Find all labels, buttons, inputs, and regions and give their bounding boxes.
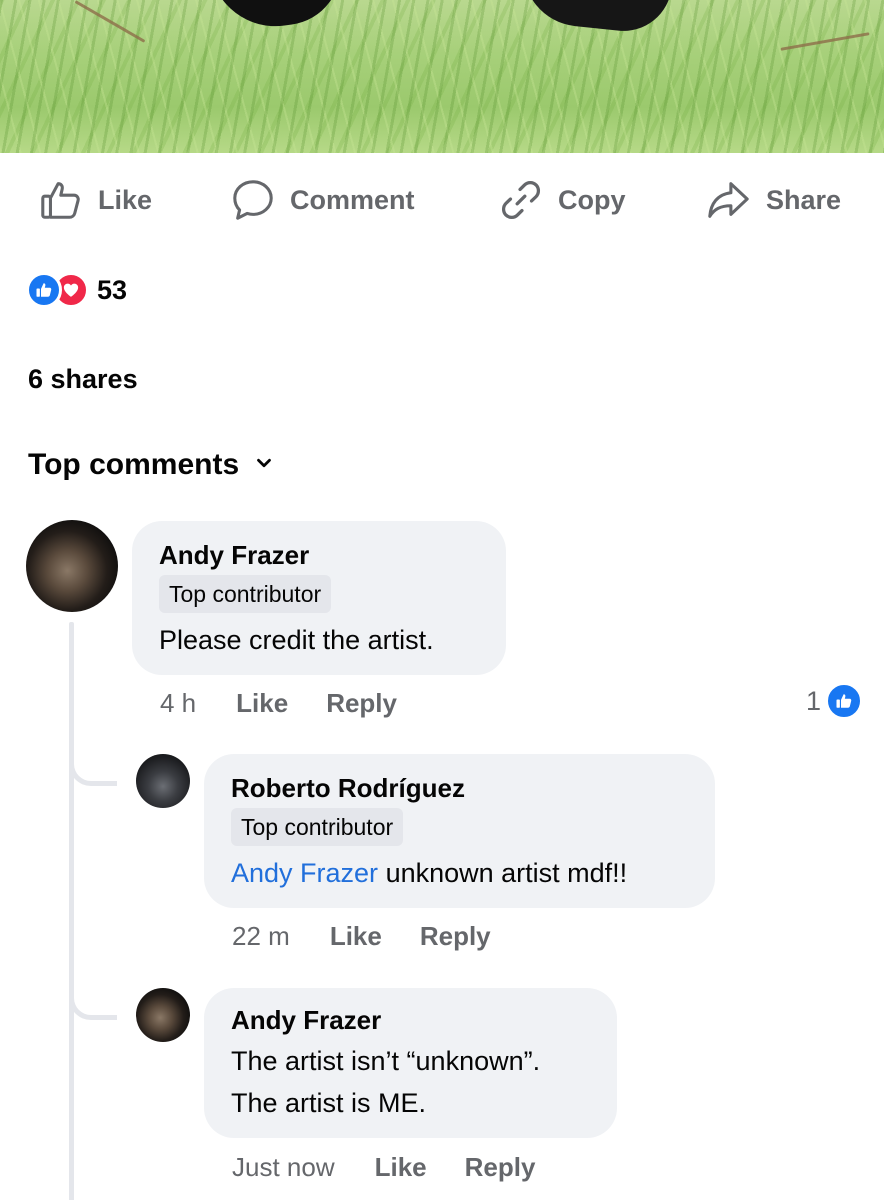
comment-meta: Just now Like Reply <box>232 1152 535 1183</box>
like-label: Like <box>98 184 153 215</box>
comment-text-line: The artist isn’t “unknown”. <box>231 1046 541 1076</box>
avatar[interactable] <box>136 754 190 808</box>
comment-reply-button[interactable]: Reply <box>326 688 397 719</box>
copy-label: Copy <box>558 184 626 215</box>
comment-label: Comment <box>290 184 415 215</box>
comment-like-button[interactable]: Like <box>330 921 382 952</box>
comment-sort-label: Top comments <box>28 448 240 481</box>
comment-bubble: Roberto Rodríguez Top contributor Andy F… <box>204 754 715 908</box>
top-contributor-badge: Top contributor <box>159 575 332 613</box>
post-action-bar: Like Comment Copy Share <box>0 170 884 230</box>
comment-like-count: 1 <box>806 685 822 716</box>
comment-reaction-count[interactable]: 1 <box>806 682 864 720</box>
comment-bubble-icon <box>230 177 276 223</box>
comment-text-line: The artist is ME. <box>231 1088 427 1118</box>
comment-reply-button[interactable]: Reply <box>420 921 491 952</box>
comment-bubble: Andy Frazer The artist isn’t “unknown”. … <box>204 988 617 1138</box>
reaction-count: 53 <box>97 274 128 305</box>
comment-timestamp[interactable]: 4 h <box>160 688 196 719</box>
comment-text: Please credit the artist. <box>159 625 434 655</box>
reply-connector <box>69 984 117 1020</box>
copy-link-button[interactable]: Copy <box>498 170 626 230</box>
thumbs-up-icon <box>38 177 84 223</box>
share-count[interactable]: 6 shares <box>28 364 138 395</box>
like-reaction-icon <box>26 272 62 308</box>
reaction-summary[interactable]: 53 <box>26 272 127 308</box>
comment-author[interactable]: Andy Frazer <box>231 1004 590 1036</box>
comment-author[interactable]: Roberto Rodríguez <box>231 772 688 804</box>
share-button[interactable]: Share <box>704 170 841 230</box>
avatar[interactable] <box>136 988 190 1042</box>
share-arrow-icon <box>704 177 752 223</box>
thread-line <box>69 622 74 1200</box>
comment-text-body: unknown artist mdf!! <box>378 858 628 888</box>
comment-text: Andy Frazer unknown artist mdf!! <box>231 852 688 894</box>
reply-connector <box>69 750 117 786</box>
comment-bubble: Andy Frazer Top contributor Please credi… <box>132 521 506 675</box>
comment-like-button[interactable]: Like <box>236 688 288 719</box>
comment-reply-button[interactable]: Reply <box>465 1152 536 1183</box>
comment-sort-selector[interactable]: Top comments <box>28 448 275 482</box>
mention-link[interactable]: Andy Frazer <box>231 858 378 888</box>
like-reaction-icon <box>825 682 864 720</box>
comment-like-button[interactable]: Like <box>375 1152 427 1183</box>
like-button[interactable]: Like <box>38 170 152 230</box>
share-label: Share <box>766 184 842 215</box>
comment-author[interactable]: Andy Frazer <box>159 539 479 571</box>
comment-button[interactable]: Comment <box>230 170 415 230</box>
link-icon <box>498 177 544 223</box>
comment-timestamp[interactable]: Just now <box>232 1152 335 1183</box>
chevron-down-icon <box>253 452 275 479</box>
top-contributor-badge: Top contributor <box>231 808 404 846</box>
post-photo[interactable] <box>0 0 884 153</box>
comment-timestamp[interactable]: 22 m <box>232 921 290 952</box>
comment-meta: 4 h Like Reply <box>160 688 397 719</box>
avatar[interactable] <box>26 520 118 612</box>
grass-texture <box>0 0 884 153</box>
comment-meta: 22 m Like Reply <box>232 921 491 952</box>
